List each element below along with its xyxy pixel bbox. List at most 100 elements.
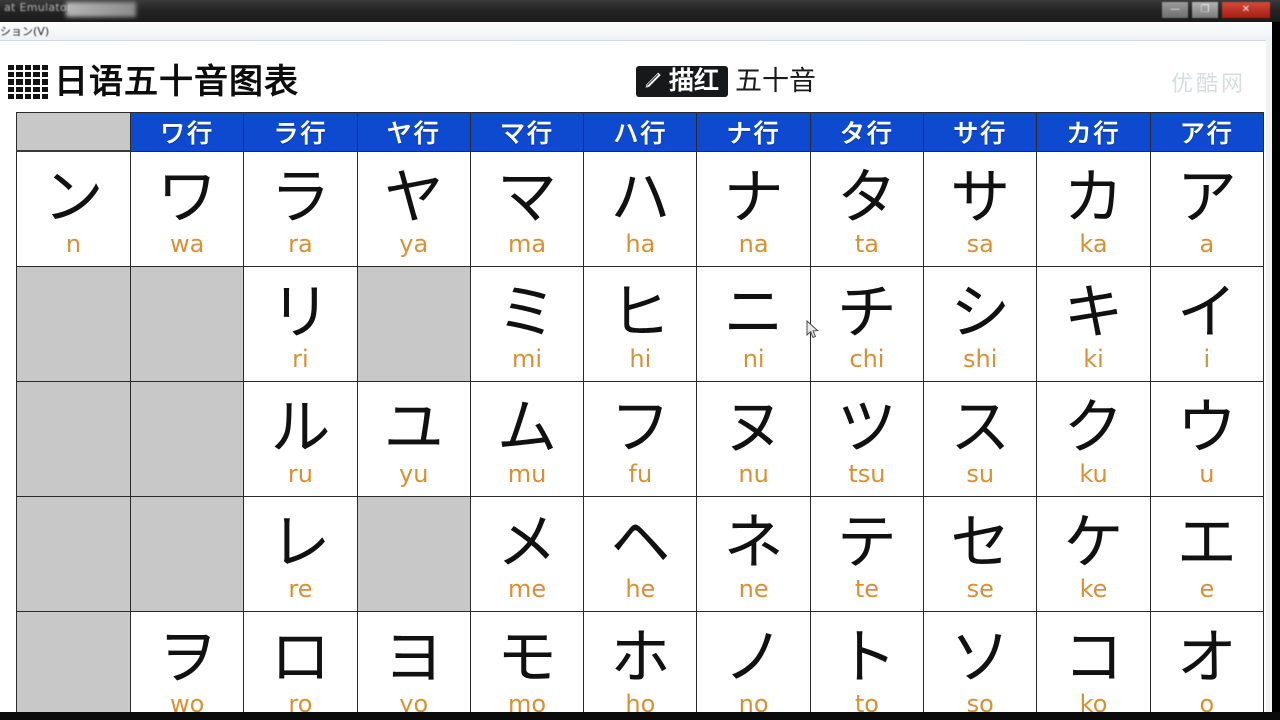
header-center-group: 描红 五十音 (636, 66, 816, 97)
kana-cell[interactable]: ホ ho (583, 611, 698, 720)
kana-cell[interactable]: タ ta (809, 150, 925, 267)
kana-cell[interactable]: ネ ne (696, 496, 811, 612)
kana-character: ム (497, 393, 558, 463)
kana-cell[interactable]: ス su (923, 381, 1038, 497)
kana-character: ウ (1176, 393, 1237, 463)
kana-cell[interactable]: ケ ke (1036, 496, 1151, 612)
kana-cell-empty (16, 496, 131, 612)
kana-cell[interactable]: ト to (809, 611, 925, 720)
window-close-button[interactable]: ✕ (1222, 2, 1270, 18)
kana-cell[interactable]: レ re (243, 496, 358, 612)
kana-cell-empty (356, 496, 471, 612)
table-row: レ re メ me ヘ he ネ ne テ te セ se ケ ke エ e (16, 496, 1265, 612)
kana-romaji: a (1199, 229, 1215, 258)
kana-character: ヘ (610, 508, 671, 578)
kana-character: ケ (1063, 508, 1124, 578)
column-header-ta[interactable]: タ行 (809, 112, 925, 152)
kana-character: イ (1176, 278, 1237, 348)
kana-cell[interactable]: メ me (469, 496, 585, 612)
table-row: ヲ wo ロ ro ヨ yo モ mo ホ ho ノ no ト to ソ so コ ko オ o (16, 611, 1265, 720)
kana-romaji: e (1199, 575, 1215, 603)
kana-cell[interactable]: ム mu (469, 381, 585, 497)
kana-cell[interactable]: イi (1149, 266, 1265, 382)
kana-romaji: ne (738, 575, 769, 603)
kana-cell[interactable]: ヌ nu (696, 381, 811, 497)
kana-cell[interactable]: ハ ha (583, 150, 698, 267)
kana-cell[interactable]: ヲ wo (129, 611, 245, 720)
kana-cell[interactable]: ヒ hi (583, 266, 698, 382)
kana-romaji: n (65, 230, 82, 258)
kana-character: マ (497, 162, 558, 233)
kana-romaji: yu (399, 460, 429, 488)
kana-cell[interactable]: ユ yu (356, 381, 471, 497)
kana-character: コ (1063, 623, 1124, 693)
column-header-wa[interactable]: ワ行 (129, 112, 245, 152)
column-header-ma[interactable]: マ行 (469, 112, 585, 152)
os-window-titlebar: at Emulator — ❐ ✕ (0, 0, 1280, 22)
window-minimize-button[interactable]: — (1162, 2, 1188, 18)
kana-cell[interactable]: チ chi (809, 266, 925, 382)
kana-character: ホ (610, 623, 671, 693)
column-header-a[interactable]: ア行 (1149, 112, 1265, 152)
kana-cell[interactable]: ナ na (696, 150, 811, 267)
kana-cell[interactable]: ロ ro (243, 611, 358, 720)
column-header-ya[interactable]: ヤ行 (356, 112, 471, 152)
kana-romaji: u (1199, 460, 1215, 488)
kana-cell[interactable]: オo (1149, 611, 1265, 720)
kana-character: ヌ (723, 393, 784, 463)
minimize-icon: — (1170, 4, 1180, 15)
kana-cell[interactable]: ヘ he (583, 496, 698, 612)
letterbox-right (1272, 22, 1280, 720)
kana-character: チ (836, 278, 897, 348)
table-row: ル ru ユ yu ム mu フ fu ヌ nu ツ tsu ス su ク ku ウ u (16, 381, 1265, 497)
page-title: 日语五十音图表 (54, 62, 299, 102)
kana-character: ミ (497, 278, 558, 348)
menubar: ション(V) (0, 22, 1280, 41)
kana-character: ス (950, 393, 1011, 463)
kana-cell[interactable]: カ ka (1036, 150, 1151, 267)
kana-cell[interactable]: ミ mi (469, 266, 585, 382)
kana-cell[interactable]: フ fu (583, 381, 698, 497)
kana-cell[interactable]: ラ ra (243, 150, 358, 267)
kana-cell[interactable]: シ shi (923, 266, 1038, 382)
kana-cell[interactable]: キ ki (1036, 266, 1151, 382)
column-header-na[interactable]: ナ行 (696, 112, 811, 152)
kana-cell[interactable]: リ ri (243, 266, 358, 382)
kana-cell[interactable]: ワ wa (129, 150, 245, 267)
kana-cell[interactable]: ノ no (696, 611, 811, 720)
katakana-chart-table: ワ行 ラ行 ヤ行 マ行 ハ行 ナ行 タ行 サ行 カ行 ア行 ン n ワ wa ラ ra ヤ y… (16, 112, 1265, 720)
kana-cell[interactable]: アa (1149, 150, 1265, 267)
column-header-sa[interactable]: サ行 (923, 112, 1038, 152)
kana-cell[interactable]: エe (1149, 496, 1265, 612)
kana-cell[interactable]: ウu (1149, 381, 1265, 497)
kana-cell[interactable]: ツ tsu (809, 381, 925, 497)
kana-romaji: ka (1079, 229, 1108, 258)
kana-character: ロ (270, 623, 331, 693)
window-maximize-button[interactable]: ❐ (1192, 2, 1218, 18)
kana-cell[interactable]: コ ko (1036, 611, 1151, 720)
kana-cell[interactable]: セ se (923, 496, 1038, 612)
titlebar-blur-smudge (66, 2, 136, 17)
kana-cell[interactable]: テ te (809, 496, 925, 612)
kana-cell[interactable]: ク ku (1036, 381, 1151, 497)
kana-cell[interactable]: ル ru (243, 381, 358, 497)
kana-cell[interactable]: サ sa (923, 150, 1038, 267)
kana-cell[interactable]: マ ma (469, 150, 585, 267)
kana-cell[interactable]: ンn (16, 150, 131, 267)
column-header-ka[interactable]: カ行 (1036, 112, 1151, 152)
kana-character: ア (1176, 162, 1237, 233)
kana-cell[interactable]: ヤ ya (356, 150, 471, 267)
kana-character: ユ (383, 393, 444, 463)
column-header-ha[interactable]: ハ行 (583, 112, 698, 152)
kana-cell[interactable]: ソ so (923, 611, 1038, 720)
kana-romaji: mi (512, 345, 543, 373)
kana-cell[interactable]: ニ ni (696, 266, 811, 382)
kana-character: ネ (723, 508, 784, 578)
kana-cell[interactable]: ヨ yo (356, 611, 471, 720)
table-row: リ ri ミ mi ヒ hi ニ ni チ chi シ shi キ ki イ i (16, 266, 1265, 382)
trace-mode-badge[interactable]: 描红 (636, 66, 729, 97)
kana-cell[interactable]: モ mo (469, 611, 585, 720)
column-header-ra[interactable]: ラ行 (243, 112, 358, 152)
menu-item-view[interactable]: ション(V) (0, 23, 49, 39)
kana-character: ツ (836, 393, 897, 463)
